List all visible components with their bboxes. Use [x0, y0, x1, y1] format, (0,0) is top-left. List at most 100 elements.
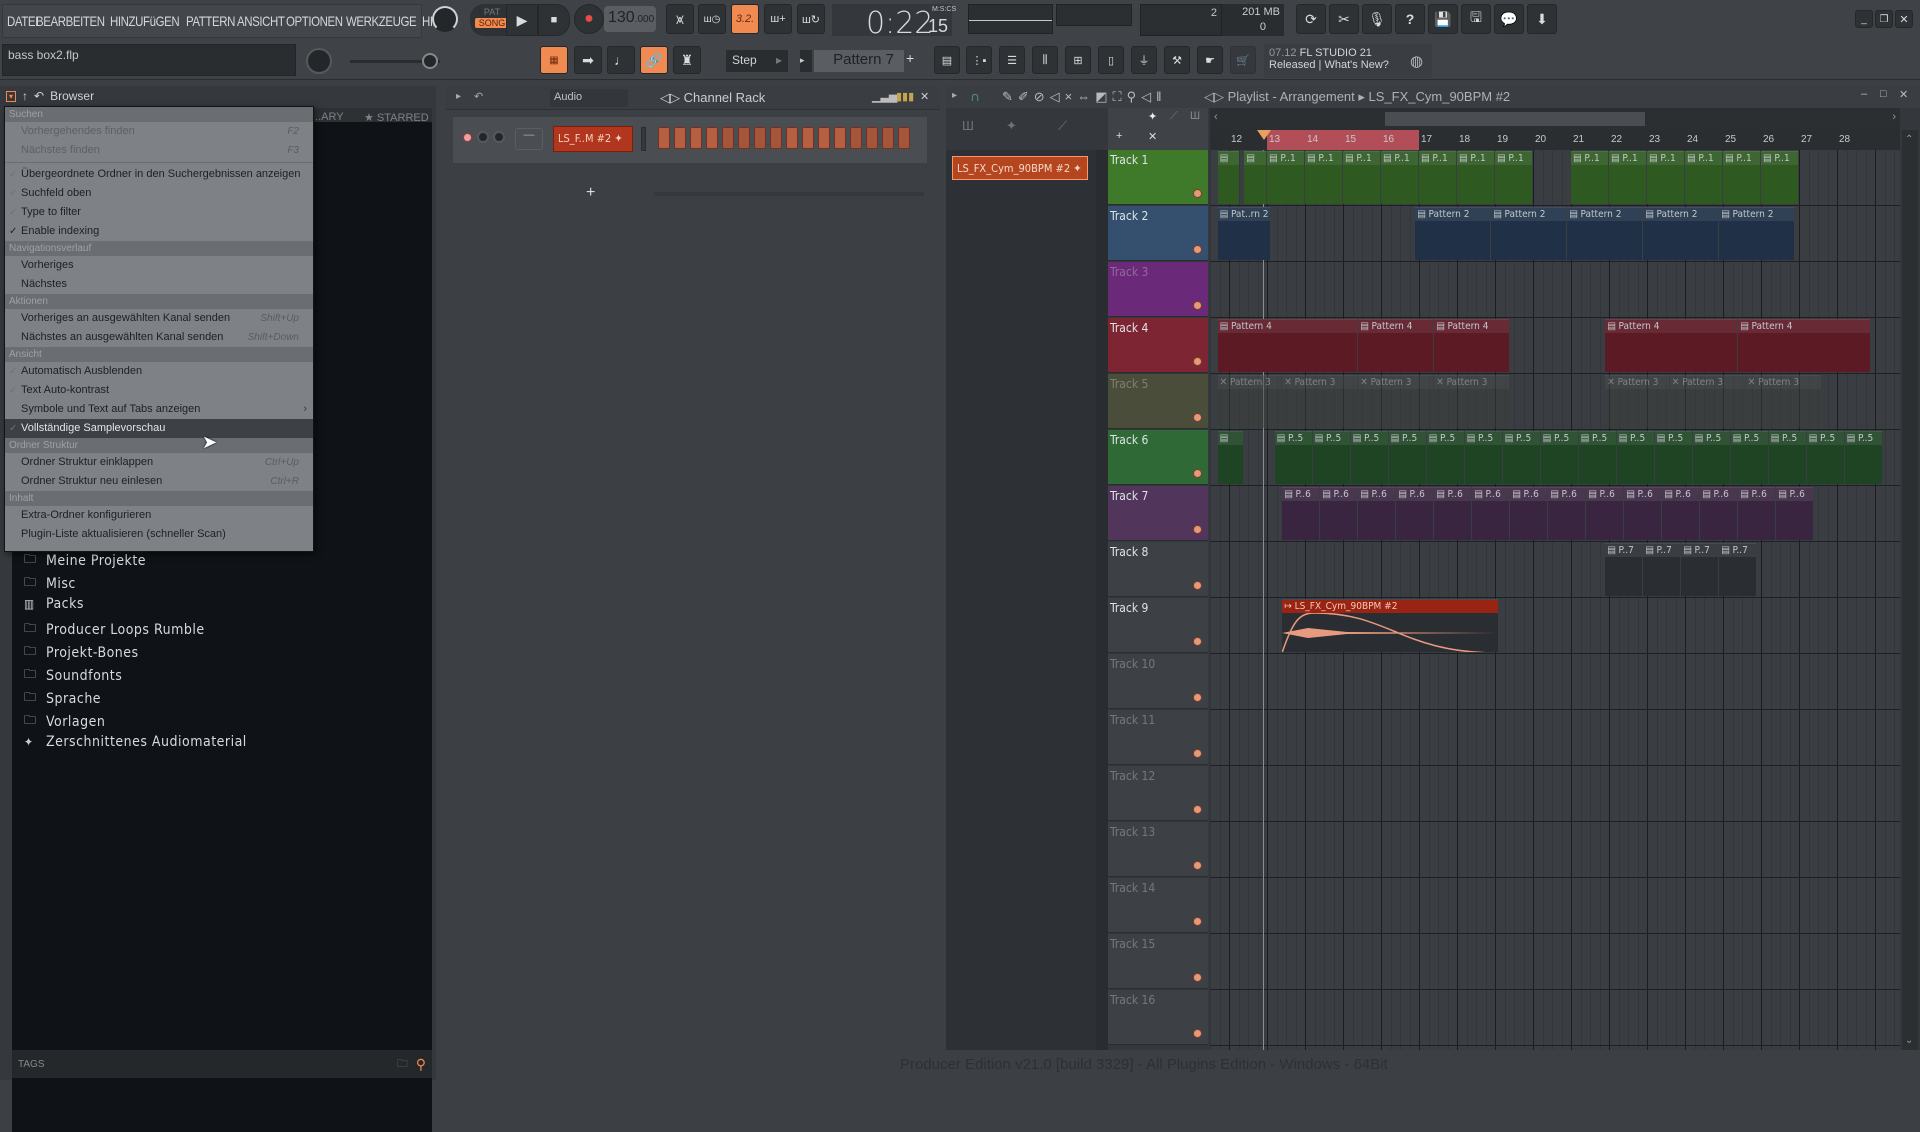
browser-up-icon[interactable]: ↑: [22, 89, 28, 103]
tags-label[interactable]: TAGS: [18, 1059, 44, 1070]
menu-item-text-auto-kontrast[interactable]: ✓ Text Auto-kontrast: [5, 381, 313, 400]
audio-clip-icon[interactable]: ✦: [1148, 110, 1157, 123]
track-mute-button[interactable]: [1193, 973, 1202, 982]
pattern-clip[interactable]: ▤ P..1: [1419, 151, 1456, 204]
menu-item-automatisch-ausblenden[interactable]: ✓ Automatisch Ausblenden: [5, 362, 313, 381]
pattern-clip[interactable]: ▤ Pattern 4: [1358, 319, 1434, 372]
play-button[interactable]: ▶: [506, 4, 538, 36]
track-header-3[interactable]: Track 3: [1108, 262, 1208, 317]
main-pitch-knob[interactable]: [306, 48, 332, 74]
menu-item-suchfeld-oben[interactable]: ✓ Suchfeld oben: [5, 184, 313, 203]
pattern-clip[interactable]: ✕ Pattern 3: [1434, 375, 1510, 428]
step-button[interactable]: [754, 127, 766, 149]
browser-back-icon[interactable]: ↶: [34, 89, 44, 103]
step-button[interactable]: [770, 127, 782, 149]
pattern-clip[interactable]: ▤ P..7: [1681, 543, 1719, 596]
pattern-clip[interactable]: ▤ P..5: [1502, 431, 1540, 484]
track-header-5[interactable]: Track 5: [1108, 374, 1208, 429]
track-mute-button[interactable]: [1193, 749, 1202, 758]
pattern-clip[interactable]: ▤ P..1: [1457, 151, 1494, 204]
pattern-clip[interactable]: ▤ P..6: [1700, 487, 1738, 540]
step-button[interactable]: [882, 127, 894, 149]
step-button[interactable]: [690, 127, 702, 149]
step-button[interactable]: [706, 127, 718, 149]
channel-volume-knob[interactable]: [493, 131, 505, 143]
metronome-button[interactable]: ⩙: [666, 4, 694, 34]
pattern-clip[interactable]: ▤ P..7: [1605, 543, 1643, 596]
step-button[interactable]: [866, 127, 878, 149]
pattern-clip[interactable]: ▤ P..1: [1267, 151, 1304, 204]
picker-automation-icon[interactable]: ⟋: [1058, 118, 1067, 134]
browser-item-producer-loops[interactable]: 🗀 Producer Loops Rumble: [24, 619, 205, 640]
pattern-clip[interactable]: ▤ P..1: [1761, 151, 1798, 204]
pattern-clip[interactable]: ▤ P..5: [1388, 431, 1426, 484]
pattern-clip[interactable]: ▤ P..5: [1426, 431, 1464, 484]
pattern-clip[interactable]: ▤ P..1: [1685, 151, 1722, 204]
cut-audio-button[interactable]: ✂: [1329, 4, 1359, 34]
playhead-marker-icon[interactable]: [1257, 130, 1272, 140]
pattern-clip[interactable]: ▤: [1217, 151, 1240, 204]
pattern-clip[interactable]: ▤ Pat..rn 2: [1217, 207, 1270, 260]
track-mute-button[interactable]: [1193, 413, 1202, 422]
pattern-clip[interactable]: ▤ P..5: [1654, 431, 1692, 484]
browser-item-misc[interactable]: 🗀 Misc: [24, 573, 76, 594]
playlist-minimize-icon[interactable]: –: [1861, 88, 1867, 100]
pattern-clip[interactable]: ▤ Pattern 2: [1415, 207, 1491, 260]
playlist-close-icon[interactable]: ✕: [1899, 88, 1908, 101]
record-button[interactable]: ●: [574, 4, 604, 34]
browser-item-meine-projekte[interactable]: 🗀 Meine Projekte: [24, 550, 146, 571]
playlist-maximize-icon[interactable]: □: [1880, 88, 1887, 100]
add-channel-button[interactable]: +: [586, 184, 595, 202]
track-mute-button[interactable]: [1193, 861, 1202, 870]
channel-filter-dropdown[interactable]: Audio: [550, 89, 628, 107]
menu-hinzufuegen[interactable]: HINZUFüGEN: [110, 13, 180, 29]
save-button[interactable]: 💾: [1428, 4, 1458, 34]
pattern-clip[interactable]: ✕ Pattern 3: [1745, 375, 1821, 428]
menu-item-extra-ordner-konfigurieren[interactable]: Extra-Ordner konfigurieren: [5, 506, 313, 525]
pattern-clip[interactable]: ▤ Pattern 4: [1605, 319, 1738, 372]
menu-item-vorheriges[interactable]: Vorheriges: [5, 256, 313, 275]
master-pitch-slider[interactable]: [350, 53, 440, 69]
picker-patterns-icon[interactable]: Ш: [962, 118, 974, 133]
track-mute-button[interactable]: [1193, 245, 1202, 254]
step-button[interactable]: [658, 127, 670, 149]
typing-keyboard-button[interactable]: ♩: [607, 46, 635, 74]
step-button[interactable]: [802, 127, 814, 149]
step-button[interactable]: [786, 127, 798, 149]
track-mute-button[interactable]: [1193, 805, 1202, 814]
picker-audio-icon[interactable]: ✦: [1006, 118, 1017, 134]
menu-item-nächstes-an-ausgewählten-kanal-senden[interactable]: Nächstes an ausgewählten Kanal senden Shi…: [5, 328, 313, 347]
track-header-15[interactable]: Track 15: [1108, 934, 1208, 989]
step-button[interactable]: [850, 127, 862, 149]
overview-thumb[interactable]: [1385, 112, 1645, 126]
pattern-clip[interactable]: ✕ Pattern 3: [1605, 375, 1669, 428]
track-header-6[interactable]: Track 6: [1108, 430, 1208, 485]
restore-button[interactable]: ❐: [1875, 10, 1893, 28]
pattern-clip[interactable]: ▤: [1244, 151, 1266, 204]
record-audio-button[interactable]: 🎙: [1362, 4, 1392, 34]
menu-bearbeiten[interactable]: BEARBEITEN: [36, 13, 105, 29]
pattern-clip[interactable]: ▤ P..5: [1464, 431, 1502, 484]
pattern-clip[interactable]: ✕ Pattern 3: [1282, 375, 1358, 428]
step-button[interactable]: [722, 127, 734, 149]
pattern-clip[interactable]: ▤ P..1: [1343, 151, 1380, 204]
pattern-clip[interactable]: ▤ P..6: [1624, 487, 1662, 540]
pattern-clip[interactable]: ▤ P..1: [1495, 151, 1532, 204]
pattern-clip[interactable]: ▤ P..5: [1692, 431, 1730, 484]
track-header-16[interactable]: Track 16: [1108, 990, 1208, 1045]
pattern-clip[interactable]: ▤ P..1: [1647, 151, 1684, 204]
loop-record-button[interactable]: ш↻: [797, 4, 825, 34]
arrow-button[interactable]: ➡: [574, 46, 602, 74]
minimize-button[interactable]: _: [1855, 10, 1873, 28]
pattern-clip[interactable]: ▤ P..7: [1643, 543, 1681, 596]
loop-region[interactable]: [1267, 130, 1419, 150]
track-header-13[interactable]: Track 13: [1108, 822, 1208, 877]
pattern-clip[interactable]: ▤ P..5: [1540, 431, 1578, 484]
export-button[interactable]: 🖫: [1461, 4, 1491, 34]
pattern-clip[interactable]: ▤ P..1: [1571, 151, 1608, 204]
track-mute-button[interactable]: [1193, 469, 1202, 478]
menu-item-ordner-struktur-neu-einlesen[interactable]: Ordner Struktur neu einlesen Ctrl+R: [5, 472, 313, 491]
magnet-snap-icon[interactable]: ∩: [970, 88, 980, 104]
menu-optionen[interactable]: OPTIONEN: [286, 13, 343, 29]
track-header-10[interactable]: Track 10: [1108, 654, 1208, 709]
